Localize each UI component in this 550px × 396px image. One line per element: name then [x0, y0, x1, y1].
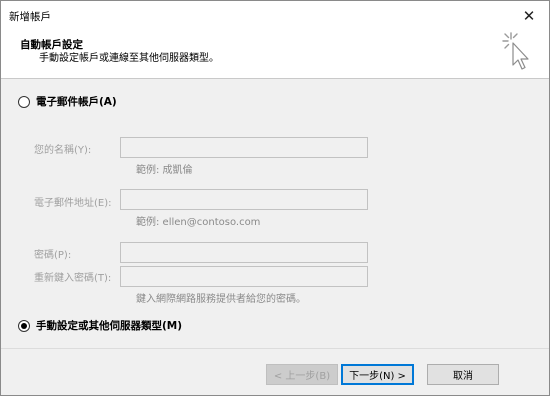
manual-setup-radio[interactable]	[18, 319, 30, 332]
password-hint: 鍵入網際網路服務提供者給您的密碼。	[136, 294, 306, 305]
manual-setup-label: 手動設定或其他伺服器類型(M)	[36, 320, 183, 332]
cancel-button[interactable]: 取消	[427, 364, 499, 385]
next-button[interactable]: 下一步(N) >	[341, 364, 414, 385]
window-title: 新增帳戶	[9, 11, 51, 23]
wizard-cursor-icon	[502, 32, 529, 70]
email-account-option[interactable]: 電子郵件帳戶(A)	[18, 94, 117, 109]
close-button[interactable]: ✕	[509, 1, 549, 30]
add-account-dialog: 新增帳戶 ✕ 自動帳戶設定 手動設定帳戶或連線至其他伺服器類型。 電子郵件帳戶(…	[0, 0, 550, 396]
email-hint: 範例: ellen@contoso.com	[136, 217, 261, 228]
email-label: 電子郵件地址(E):	[34, 198, 112, 209]
manual-setup-option[interactable]: 手動設定或其他伺服器類型(M)	[18, 318, 182, 333]
password-input[interactable]	[120, 242, 368, 263]
header-subtitle: 手動設定帳戶或連線至其他伺服器類型。	[39, 53, 219, 64]
email-account-radio[interactable]	[18, 95, 30, 108]
footer-divider	[1, 348, 549, 349]
password-label: 密碼(P):	[34, 250, 72, 261]
retype-password-input[interactable]	[120, 266, 368, 287]
close-icon: ✕	[522, 6, 536, 25]
email-input[interactable]	[120, 189, 368, 210]
dialog-header: 自動帳戶設定 手動設定帳戶或連線至其他伺服器類型。	[1, 30, 549, 79]
name-hint: 範例: 成凱倫	[136, 165, 193, 176]
email-account-label: 電子郵件帳戶(A)	[36, 96, 117, 108]
title-bar: 新增帳戶 ✕	[1, 1, 549, 30]
retype-password-label: 重新鍵入密碼(T):	[34, 273, 112, 284]
back-button[interactable]: < 上一步(B)	[266, 364, 338, 385]
name-label: 您的名稱(Y):	[34, 145, 92, 156]
name-input[interactable]	[120, 137, 368, 158]
